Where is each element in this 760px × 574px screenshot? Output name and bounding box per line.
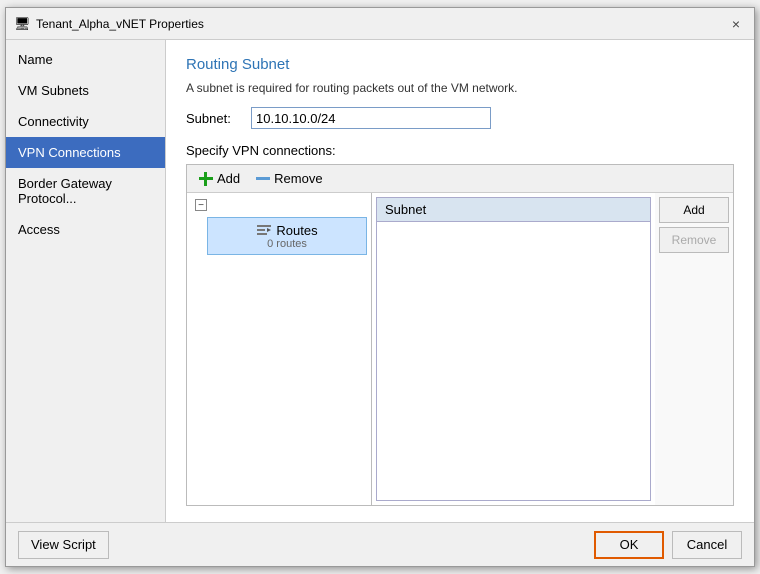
subnet-table-panel: Subnet	[372, 193, 655, 505]
vpn-connections-label: Specify VPN connections:	[186, 143, 734, 158]
dialog-window: 🖥 Tenant_Alpha_vNET Properties × Name VM…	[5, 7, 755, 567]
vpn-toolbar: Add Remove	[187, 165, 733, 193]
sidebar: Name VM Subnets Connectivity VPN Connect…	[6, 40, 166, 522]
subnet-column-header: Subnet	[385, 202, 426, 217]
table-add-button[interactable]: Add	[659, 197, 729, 223]
tree-panel: −	[187, 193, 372, 505]
title-bar: 🖥 Tenant_Alpha_vNET Properties ×	[6, 8, 754, 40]
subnet-input[interactable]	[251, 107, 491, 129]
vpn-content: −	[187, 193, 733, 505]
routes-icon	[256, 222, 272, 238]
ok-button[interactable]: OK	[594, 531, 664, 559]
tree-collapse-row[interactable]: −	[191, 197, 367, 213]
footer-right: OK Cancel	[594, 531, 742, 559]
routes-sub: 0 routes	[267, 238, 307, 250]
sidebar-item-connectivity[interactable]: Connectivity	[6, 106, 165, 137]
routes-label: Routes	[276, 223, 317, 238]
subnet-table-body	[376, 222, 651, 501]
sidebar-item-border-gateway[interactable]: Border Gateway Protocol...	[6, 168, 165, 214]
vpn-add-label: Add	[217, 171, 240, 186]
subnet-label: Subnet:	[186, 111, 241, 126]
close-button[interactable]: ×	[726, 14, 746, 34]
add-icon	[199, 172, 213, 186]
vpn-remove-label: Remove	[274, 171, 322, 186]
sidebar-item-name[interactable]: Name	[6, 44, 165, 75]
side-buttons: Add Remove	[655, 193, 733, 505]
dialog-footer: View Script OK Cancel	[6, 522, 754, 566]
content-area: Routing Subnet A subnet is required for …	[166, 40, 754, 522]
cancel-button[interactable]: Cancel	[672, 531, 742, 559]
subnet-table-header: Subnet	[376, 197, 651, 222]
view-script-button[interactable]: View Script	[18, 531, 109, 559]
subnet-row: Subnet:	[186, 107, 734, 129]
remove-icon	[256, 177, 270, 180]
section-desc: A subnet is required for routing packets…	[186, 81, 734, 95]
tree-routes-item[interactable]: Routes 0 routes	[207, 217, 367, 255]
tree-collapse-button[interactable]: −	[195, 199, 207, 211]
vpn-panel: Add Remove −	[186, 164, 734, 506]
sidebar-item-access[interactable]: Access	[6, 214, 165, 245]
app-icon: 🖥	[14, 16, 30, 32]
footer-left: View Script	[18, 531, 109, 559]
dialog-body: Name VM Subnets Connectivity VPN Connect…	[6, 40, 754, 522]
table-remove-button[interactable]: Remove	[659, 227, 729, 253]
dialog-title: Tenant_Alpha_vNET Properties	[36, 17, 204, 31]
vpn-remove-button[interactable]: Remove	[250, 169, 328, 188]
vpn-add-button[interactable]: Add	[193, 169, 246, 188]
sidebar-item-vm-subnets[interactable]: VM Subnets	[6, 75, 165, 106]
title-bar-left: 🖥 Tenant_Alpha_vNET Properties	[14, 16, 204, 32]
sidebar-item-vpn-connections[interactable]: VPN Connections	[6, 137, 165, 168]
section-title: Routing Subnet	[186, 56, 734, 73]
